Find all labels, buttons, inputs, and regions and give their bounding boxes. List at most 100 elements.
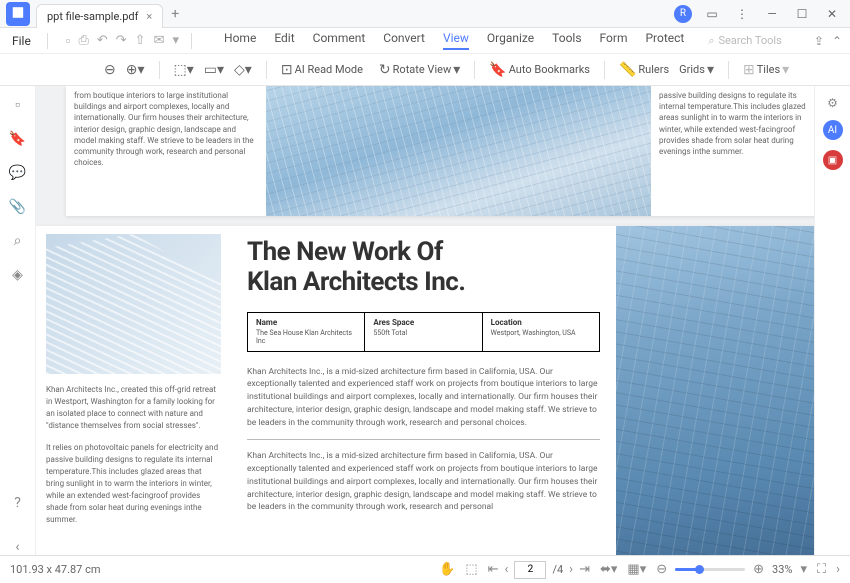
zoom-out-icon[interactable]: ⊖ <box>104 62 116 78</box>
search-placeholder: Search Tools <box>719 34 782 47</box>
auto-bookmarks-button[interactable]: 🔖 Auto Bookmarks <box>489 62 590 78</box>
grids-button[interactable]: Grids▾ <box>679 62 714 78</box>
divider <box>266 61 267 79</box>
info-hd-space: Ares Space <box>373 318 473 327</box>
file-menu[interactable]: File <box>8 34 35 48</box>
cursor-coords: 101.93 x 47.87 cm <box>10 563 101 576</box>
page-number-input[interactable] <box>514 561 546 579</box>
save-icon[interactable]: ▫ <box>66 33 71 49</box>
divider <box>191 33 192 49</box>
kebab-menu-icon[interactable]: ⋮ <box>732 4 752 24</box>
help-icon[interactable]: ? <box>14 495 21 511</box>
comment-rail-icon[interactable]: 💬 <box>9 165 26 181</box>
document-canvas[interactable]: from boutique interiors to large institu… <box>36 86 814 555</box>
info-hd-name: Name <box>256 318 356 327</box>
divider <box>159 61 160 79</box>
divider <box>474 61 475 79</box>
page-2: Khan Architects Inc., created this off-g… <box>36 226 814 555</box>
sidebar-paragraph-1: Khan Architects Inc., created this off-g… <box>46 384 221 432</box>
undo-icon[interactable]: ↶ <box>97 33 108 49</box>
sidebar-paragraph-2: It relies on photovoltaic panels for ele… <box>46 442 221 526</box>
minimize-button[interactable]: — <box>762 4 782 24</box>
menu-convert[interactable]: Convert <box>383 31 425 50</box>
maximize-button[interactable]: ☐ <box>792 4 812 24</box>
left-sidebar: ▫ 🔖 💬 📎 ⌕ ◈ ? ‹ <box>0 86 36 555</box>
body-paragraph-1: Khan Architects Inc., is a mid-sized arc… <box>247 366 600 430</box>
tiles-button[interactable]: ⊞ Tiles▾ <box>743 62 789 78</box>
next-page-icon[interactable]: › <box>569 562 573 577</box>
statusbar: 101.93 x 47.87 cm ✋ ⬚ ⇤ ‹ /4 › ⇥ ⬌▾ ▦▾ ⊖… <box>0 555 850 583</box>
thumbnail-icon[interactable]: ▫ <box>15 96 20 113</box>
collapse-left-icon[interactable]: ‹ <box>15 539 19 555</box>
info-table: NameThe Sea House Klan Architects Inc Ar… <box>247 312 600 352</box>
menu-view[interactable]: View <box>443 31 469 50</box>
feedback-icon[interactable]: ▭ <box>702 4 722 24</box>
layers-icon[interactable]: ◈ <box>12 267 23 283</box>
menu-organize[interactable]: Organize <box>487 31 534 50</box>
rotate-view-button[interactable]: ↻ Rotate View▾ <box>379 62 460 78</box>
user-avatar[interactable]: R <box>674 5 692 23</box>
zoom-dropdown-icon[interactable]: ▾ <box>800 562 807 577</box>
divider <box>728 61 729 79</box>
tiles-icon: ⊞ <box>743 62 755 78</box>
menu-protect[interactable]: Protect <box>645 31 684 50</box>
share-icon[interactable]: ⇧ <box>135 33 146 49</box>
last-page-icon[interactable]: ⇥ <box>579 562 590 577</box>
rotate-icon: ↻ <box>379 62 391 78</box>
menu-home[interactable]: Home <box>224 31 256 50</box>
more-icon[interactable]: ▾ <box>172 33 179 49</box>
document-tab[interactable]: ppt file-sample.pdf × <box>36 4 163 28</box>
redo-icon[interactable]: ↷ <box>116 33 127 49</box>
divider <box>247 439 600 440</box>
page-navigator: ⇤ ‹ /4 › ⇥ <box>488 561 590 579</box>
ai-icon: ⊡ <box>281 62 293 78</box>
hand-tool-icon[interactable]: ✋ <box>439 562 455 577</box>
menu-tools[interactable]: Tools <box>552 31 581 50</box>
page1-right-text: passive building designs to regulate its… <box>651 86 814 216</box>
menu-form[interactable]: Form <box>600 31 628 50</box>
ai-read-mode-button[interactable]: ⊡ AI Read Mode <box>281 62 363 78</box>
building-image-1 <box>266 86 651 216</box>
new-tab-button[interactable]: + <box>171 6 179 22</box>
divider <box>604 61 605 79</box>
article-title: The New Work Of Klan Architects Inc. <box>247 238 600 298</box>
zoom-in-icon[interactable]: ⊕▾ <box>126 62 145 78</box>
attachment-icon[interactable]: 📎 <box>9 199 26 215</box>
fullscreen-icon[interactable]: ⛶ <box>817 562 826 577</box>
prev-page-icon[interactable]: ‹ <box>505 562 509 577</box>
layout-icon[interactable]: ▦▾ <box>627 562 646 577</box>
search-tools[interactable]: ⌕ Search Tools <box>708 34 781 48</box>
mail-icon[interactable]: ✉ <box>154 33 165 49</box>
bookmark-icon: 🔖 <box>489 62 506 78</box>
app-tool-icon[interactable]: ▣ <box>823 150 843 170</box>
search-rail-icon[interactable]: ⌕ <box>14 233 22 249</box>
expand-icon[interactable]: ⌃ <box>832 34 842 48</box>
select-tool-icon[interactable]: ⬚ <box>465 562 477 577</box>
ruler-icon: 📏 <box>619 62 636 78</box>
close-window-button[interactable]: ✕ <box>822 4 842 24</box>
main-menu: Home Edit Comment Convert View Organize … <box>224 31 684 50</box>
zoom-in-status-icon[interactable]: ⊕ <box>753 562 764 577</box>
fit-width-icon[interactable]: ⬌▾ <box>600 562 617 577</box>
page1-left-text: from boutique interiors to large institu… <box>66 86 266 216</box>
close-tab-icon[interactable]: × <box>146 10 152 23</box>
page-view-icon[interactable]: ⬚▾ <box>174 62 194 78</box>
view-toolbar: ⊖ ⊕▾ ⬚▾ ▭▾ ◇▾ ⊡ AI Read Mode ↻ Rotate Vi… <box>0 54 850 86</box>
bookmark-rail-icon[interactable]: 🔖 <box>9 131 26 147</box>
rulers-button[interactable]: 📏 Rulers <box>619 62 669 78</box>
read-mode-icon[interactable]: ▭▾ <box>204 62 224 78</box>
first-page-icon[interactable]: ⇤ <box>488 562 499 577</box>
zoom-control: ⊖ ⊕ 33% ▾ <box>656 562 807 577</box>
building-image-2 <box>46 234 221 374</box>
print-icon[interactable]: ⎙ <box>78 33 88 49</box>
menu-edit[interactable]: Edit <box>274 31 294 50</box>
upload-icon[interactable]: ⇪ <box>814 34 824 48</box>
page-total: /4 <box>552 563 563 576</box>
zoom-out-status-icon[interactable]: ⊖ <box>656 562 667 577</box>
menu-comment[interactable]: Comment <box>313 31 366 50</box>
ai-tool-icon[interactable]: AI <box>823 120 843 140</box>
zoom-slider[interactable] <box>675 568 745 571</box>
properties-icon[interactable]: ⚙ <box>827 96 838 110</box>
collapse-right-icon[interactable]: › <box>836 562 840 577</box>
background-icon[interactable]: ◇▾ <box>234 62 252 78</box>
